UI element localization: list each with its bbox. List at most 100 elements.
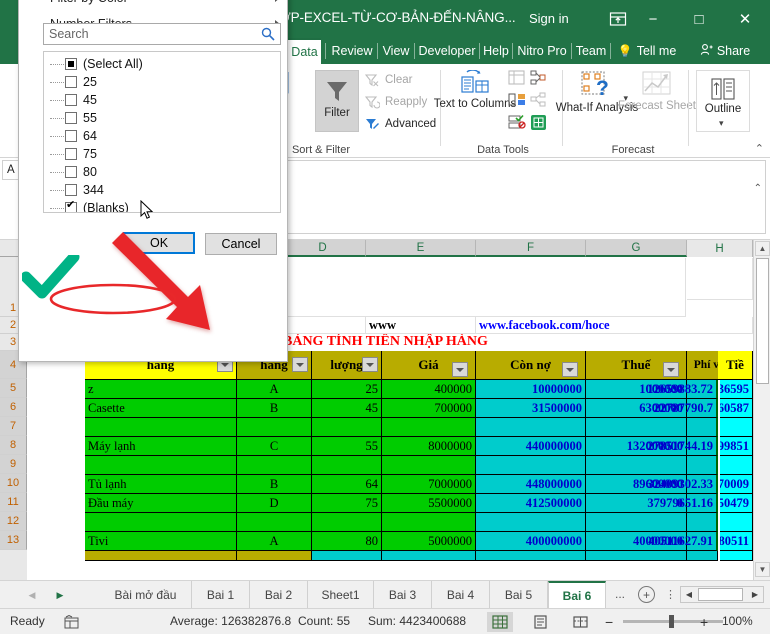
table-row[interactable]: 45 (312, 399, 382, 418)
search-icon[interactable] (261, 27, 275, 46)
table-row[interactable]: 5000000 (382, 532, 476, 551)
sheet-tab-bai-1[interactable]: Bai 1 (192, 581, 250, 608)
checkbox-partial[interactable] (65, 58, 77, 70)
table-row[interactable] (237, 513, 312, 532)
next-sheet-arrow[interactable]: ▶ (52, 588, 68, 602)
row-header-8[interactable]: 8 (0, 436, 27, 455)
filter-search-box[interactable]: Search (43, 23, 281, 45)
table-row[interactable] (382, 418, 476, 437)
table-header-tien[interactable]: Tiề (718, 351, 753, 380)
formula-bar-collapse-icon[interactable]: ⌃ (754, 183, 762, 194)
filter-button[interactable]: Filter (315, 70, 359, 132)
row-header-7[interactable]: 7 (0, 417, 27, 436)
filter-arrow-col-b[interactable] (292, 357, 308, 372)
table-row[interactable]: z (85, 380, 237, 399)
table-row[interactable]: 400000 (382, 380, 476, 399)
checkbox-checked[interactable] (65, 199, 77, 212)
checkbox-unchecked[interactable] (65, 76, 77, 88)
close-button[interactable]: ✕ (722, 0, 768, 38)
table-row[interactable]: 64 (312, 475, 382, 494)
hscroll-right-arrow[interactable]: ▶ (747, 587, 763, 602)
table-row[interactable] (476, 513, 586, 532)
checkbox-unchecked[interactable] (65, 166, 77, 178)
tab-developer[interactable]: Developer (416, 38, 478, 64)
table-row[interactable]: 5500000 (382, 494, 476, 513)
table-row[interactable] (85, 418, 237, 437)
menu-item-filter-by-color[interactable]: Filter by Color (20, 0, 288, 10)
row-header-12[interactable]: 12 (0, 512, 27, 531)
table-row[interactable] (720, 418, 753, 437)
text-to-columns-button[interactable]: Text to Columns (434, 70, 516, 110)
table-row[interactable] (586, 513, 687, 532)
sheet-tab-split-handle[interactable]: ⋮ (665, 588, 676, 601)
filter-arrow-col-c[interactable] (362, 357, 378, 372)
table-row[interactable] (85, 513, 237, 532)
table-row[interactable] (720, 456, 753, 475)
table-row[interactable] (312, 513, 382, 532)
table-row[interactable]: 12659883.72 (647, 380, 718, 399)
checkbox-unchecked[interactable] (65, 148, 77, 160)
normal-view-button[interactable] (487, 612, 513, 632)
zoom-in-button[interactable]: + (700, 614, 708, 630)
checkbox-unchecked[interactable] (65, 94, 77, 106)
filter-item-75[interactable]: 75 (44, 145, 280, 163)
table-row[interactable]: C (237, 437, 312, 456)
table-row[interactable]: 75 (312, 494, 382, 513)
outline-button[interactable]: Outline ▾ (696, 70, 750, 132)
tab-nitro-pro[interactable]: Nitro Pro (514, 38, 570, 64)
table-row[interactable]: 55 (312, 437, 382, 456)
row-header-13[interactable]: 13 (0, 531, 27, 550)
forecast-sheet-button[interactable]: Forecast Sheet (618, 70, 696, 112)
table-row[interactable]: 570009 (720, 475, 753, 494)
zoom-level-label[interactable]: 100% (722, 614, 753, 628)
table-row[interactable]: 700000 (382, 399, 476, 418)
table-row[interactable]: 27851744.19 (647, 437, 718, 456)
table-row[interactable]: 10000000 (476, 380, 586, 399)
cancel-button[interactable]: Cancel (205, 233, 277, 255)
column-header-D[interactable]: D (280, 240, 366, 257)
status-average[interactable]: Average: 126382876.8 (170, 614, 291, 628)
row-header-10[interactable]: 10 (0, 474, 27, 493)
filter-item-64[interactable]: 64 (44, 127, 280, 145)
filter-arrow-col-e[interactable] (562, 362, 578, 377)
relationships-icon[interactable] (530, 92, 546, 113)
manage-data-model-icon[interactable] (530, 114, 547, 136)
filter-item-55[interactable]: 55 (44, 109, 280, 127)
tab-help[interactable]: Help (481, 38, 511, 64)
tab-view[interactable]: View (379, 38, 413, 64)
prev-sheet-arrow[interactable]: ◀ (24, 588, 40, 602)
filter-item-select-all[interactable]: (Select All) (44, 55, 280, 73)
table-row[interactable]: 40511627.91 (648, 532, 718, 551)
table-row[interactable] (586, 418, 687, 437)
table-row[interactable]: 32409302.33 (647, 475, 718, 494)
tell-me-button[interactable]: 💡 Tell me (614, 38, 680, 64)
table-row[interactable]: 8000000 (382, 437, 476, 456)
tab-review[interactable]: Review (328, 38, 376, 64)
table-row[interactable] (312, 456, 382, 475)
filter-arrow-col-d[interactable] (452, 362, 468, 377)
table-row[interactable] (476, 456, 586, 475)
table-row[interactable]: Tivi (85, 532, 237, 551)
table-row[interactable]: A (237, 380, 312, 399)
sign-in-button[interactable]: Sign in (529, 11, 569, 26)
filter-item-45[interactable]: 45 (44, 91, 280, 109)
advanced-filter-button[interactable]: Advanced (364, 116, 436, 132)
table-row[interactable]: 412500000 (476, 494, 586, 513)
row-header-6[interactable]: 6 (0, 398, 27, 417)
checkbox-unchecked[interactable] (65, 112, 77, 124)
table-row[interactable]: 599851 (720, 437, 753, 456)
table-row[interactable]: A (237, 532, 312, 551)
table-row[interactable] (237, 456, 312, 475)
filter-item-25[interactable]: 25 (44, 73, 280, 91)
table-row[interactable]: Máy lạnh (85, 437, 237, 456)
sheet-tab-bai-mo-dau[interactable]: Bài mở đầu (100, 581, 192, 608)
table-row[interactable] (85, 456, 237, 475)
table-row[interactable] (237, 418, 312, 437)
table-row[interactable]: 22787790.7 (654, 399, 718, 418)
outline-dropdown-arrow[interactable]: ▾ (719, 117, 724, 129)
status-sum[interactable]: Sum: 4423400688 (368, 614, 466, 628)
row-header-11[interactable]: 11 (0, 493, 27, 512)
zoom-slider-thumb[interactable] (669, 615, 674, 628)
table-row[interactable] (382, 456, 476, 475)
table-row[interactable]: 480511 (720, 532, 753, 551)
